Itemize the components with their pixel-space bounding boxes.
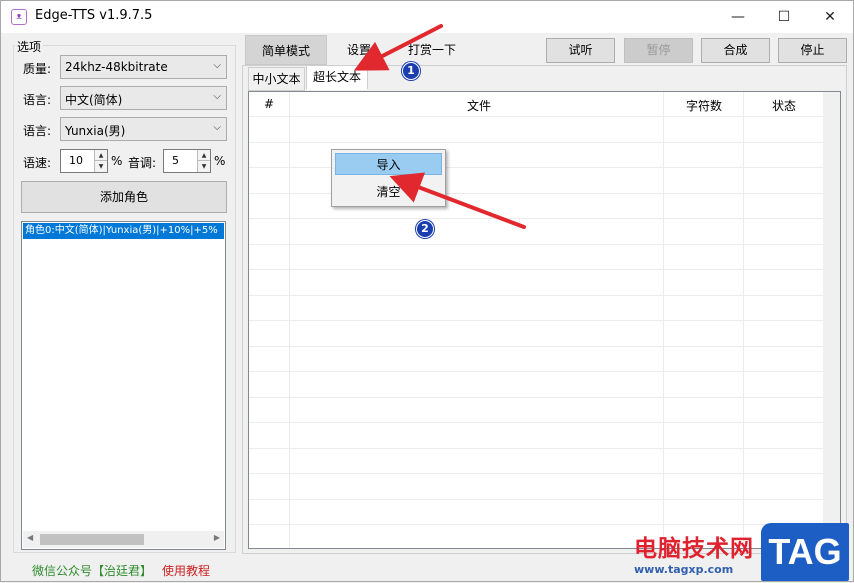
watermark-text: 电脑技术网 [634,536,754,562]
watermark-url: www.tagxp.com [634,563,734,576]
arrow-to-long-text-tab [353,24,443,71]
watermark-logo: TAG [761,523,849,581]
arrow-to-import-item [389,172,526,229]
step-marker-1: 1 [402,62,420,80]
app-window: ᴥ Edge-TTS v1.9.7.5 — ☐ ✕ 选项 质量: 24khz-4… [0,0,854,582]
annotation-arrows [353,24,526,229]
step-marker-2: 2 [416,220,434,238]
